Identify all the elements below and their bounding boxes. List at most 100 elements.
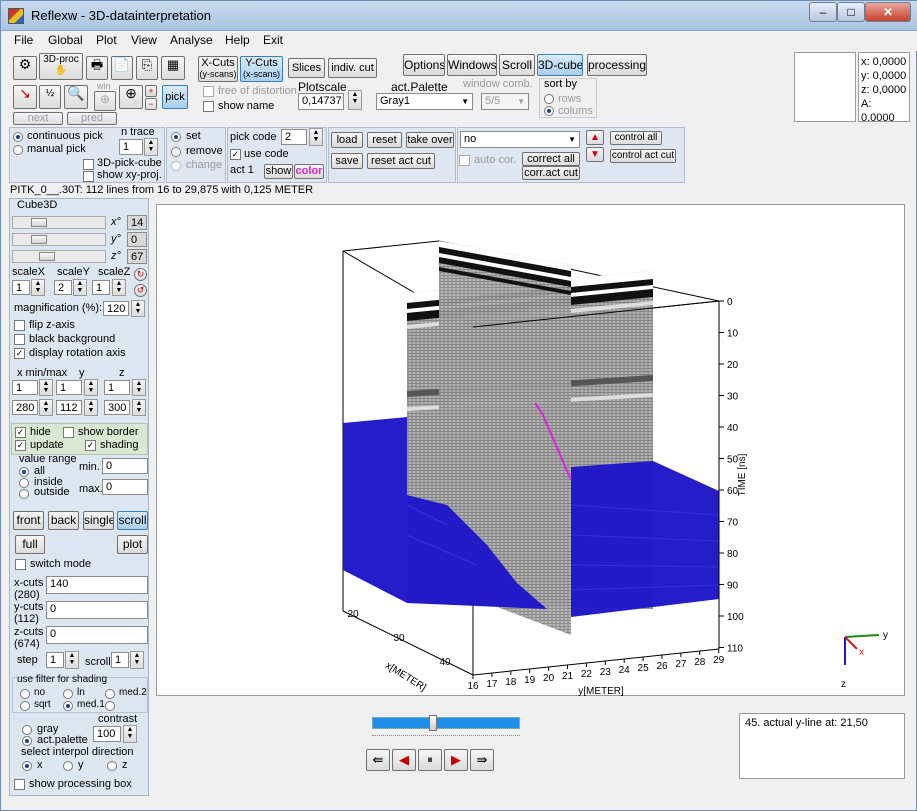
zmax-spinner[interactable]: ▲ ▼: [132, 399, 146, 416]
xmin-input[interactable]: 1: [12, 380, 38, 395]
color-button[interactable]: color: [294, 164, 324, 179]
last-frame-icon[interactable]: ⇛: [470, 749, 494, 771]
xcuts-input[interactable]: 140: [46, 576, 148, 594]
switch-mode-checkbox[interactable]: [15, 559, 26, 570]
scroll-step-input[interactable]: 1: [111, 652, 129, 668]
cube3d-button[interactable]: 3D-cube: [537, 54, 583, 76]
zoom-in-icon[interactable]: ⊕: [119, 85, 143, 109]
ymin-spinner[interactable]: ▲ ▼: [84, 379, 98, 396]
menu-help[interactable]: Help: [225, 33, 250, 47]
scroll-step-spinner[interactable]: ▲ ▼: [130, 651, 144, 669]
plus-icon[interactable]: +: [145, 85, 157, 97]
n-trace-input[interactable]: 1: [119, 139, 143, 155]
scalez-spinner[interactable]: ▲ ▼: [112, 279, 126, 296]
remove-radio[interactable]: [171, 147, 181, 157]
next-button[interactable]: next: [13, 112, 63, 125]
shift-down-icon[interactable]: ▼: [586, 147, 604, 162]
plot-button[interactable]: plot: [117, 535, 148, 554]
control-all-button[interactable]: control all: [610, 131, 662, 145]
scaley-input[interactable]: 2: [54, 280, 72, 295]
cube-view[interactable]: 0 10 20 30 40 50 60 70 80 90 100 110 TIME [ns] 16 17…: [156, 204, 905, 697]
inside-radio[interactable]: [19, 478, 29, 488]
ymax-input[interactable]: 112: [56, 400, 82, 415]
correction-select[interactable]: no ▼: [460, 131, 580, 148]
reset-button[interactable]: reset: [367, 132, 402, 148]
ycuts-button[interactable]: Y-Cuts (x-scans): [240, 56, 283, 82]
pred-button[interactable]: pred: [67, 112, 117, 125]
print-icon[interactable]: 🖶: [86, 56, 108, 80]
filter-med2-radio[interactable]: [105, 689, 115, 699]
interpol-x-radio[interactable]: [22, 761, 32, 771]
pick-arrow-icon[interactable]: ↘: [13, 85, 37, 109]
change-radio[interactable]: [171, 161, 181, 171]
palette-select[interactable]: Gray1 ▼: [376, 93, 473, 110]
use-code-checkbox[interactable]: ✓: [230, 149, 241, 160]
menu-analyse[interactable]: Analyse: [170, 33, 213, 47]
minimize-button[interactable]: –: [809, 2, 837, 22]
save-button[interactable]: save: [331, 153, 363, 169]
full-button[interactable]: full: [15, 535, 45, 554]
colums-radio[interactable]: [544, 106, 554, 116]
windows-button[interactable]: Windows: [447, 54, 497, 76]
xmax-input[interactable]: 280: [12, 400, 38, 415]
zoom-icon[interactable]: 🔍: [64, 85, 88, 109]
all-radio[interactable]: [19, 467, 29, 477]
options-button[interactable]: Options: [403, 54, 445, 76]
proc3d-button[interactable]: 3D-proc ✋: [39, 53, 83, 80]
reset-act-cut-button[interactable]: reset act cut: [367, 153, 435, 169]
first-frame-icon[interactable]: ⇚: [366, 749, 390, 771]
zmax-input[interactable]: 300: [104, 400, 130, 415]
plotscale-input[interactable]: 0,14737: [298, 93, 344, 110]
x-rotation-slider[interactable]: [12, 216, 106, 229]
pick-code-input[interactable]: 2: [281, 129, 307, 145]
plotscale-spinner[interactable]: ▲ ▼: [348, 90, 362, 110]
scroll-mode-button[interactable]: scroll: [117, 511, 148, 530]
control-act-cut-button[interactable]: control act cut: [610, 149, 676, 163]
filter-ln-radio[interactable]: [63, 689, 73, 699]
y-rotation-slider[interactable]: [12, 233, 106, 246]
hide-checkbox[interactable]: ✓: [15, 427, 26, 438]
display-rot-checkbox[interactable]: ✓: [14, 348, 25, 359]
back-button[interactable]: back: [48, 511, 79, 530]
maximize-button[interactable]: □: [837, 2, 865, 22]
xmax-spinner[interactable]: ▲ ▼: [39, 399, 53, 416]
scroll-slider-thumb[interactable]: [429, 715, 437, 731]
scroll-slider[interactable]: [372, 715, 520, 731]
half-icon[interactable]: ½: [39, 85, 61, 109]
xy-proj-checkbox[interactable]: [83, 171, 94, 182]
window-comb-select[interactable]: 5/5 ▼: [481, 93, 529, 110]
zmin-input[interactable]: 1: [104, 380, 130, 395]
auto-cor-checkbox[interactable]: [459, 155, 470, 166]
rows-radio[interactable]: [544, 94, 554, 104]
ycuts-input[interactable]: 0: [46, 601, 148, 619]
minus-icon[interactable]: −: [145, 98, 157, 110]
load-button[interactable]: load: [331, 132, 363, 148]
front-button[interactable]: front: [13, 511, 44, 530]
pause-icon[interactable]: ⏸: [418, 749, 442, 771]
filter-no-radio[interactable]: [20, 689, 30, 699]
min-input[interactable]: 0: [102, 458, 148, 474]
scroll-button[interactable]: Scroll: [499, 54, 535, 76]
magnification-spinner[interactable]: ▲ ▼: [131, 300, 145, 317]
z-rotation-slider[interactable]: [12, 250, 106, 263]
rotate-icon[interactable]: ↻: [134, 268, 147, 281]
menu-view[interactable]: View: [131, 33, 157, 47]
show-name-checkbox[interactable]: [203, 101, 214, 112]
corr-act-cut-button[interactable]: corr.act cut: [522, 166, 580, 180]
next-frame-icon[interactable]: ▶: [444, 749, 468, 771]
flip-z-checkbox[interactable]: [14, 320, 25, 331]
scalez-input[interactable]: 1: [92, 280, 110, 295]
ymax-spinner[interactable]: ▲ ▼: [84, 399, 98, 416]
pick-button[interactable]: pick: [162, 85, 188, 109]
contrast-spinner[interactable]: ▲ ▼: [123, 725, 137, 743]
shading-checkbox[interactable]: ✓: [85, 440, 96, 451]
continuous-pick-radio[interactable]: [13, 132, 23, 142]
single-button[interactable]: single: [83, 511, 114, 530]
zoom-window-icon[interactable]: ⊕: [94, 91, 116, 111]
magnification-input[interactable]: 120: [103, 301, 129, 316]
interpol-z-radio[interactable]: [107, 761, 117, 771]
interpol-y-radio[interactable]: [63, 761, 73, 771]
menu-exit[interactable]: Exit: [263, 33, 283, 47]
contrast-input[interactable]: 100: [93, 726, 121, 742]
processing-button[interactable]: processing: [587, 54, 647, 76]
